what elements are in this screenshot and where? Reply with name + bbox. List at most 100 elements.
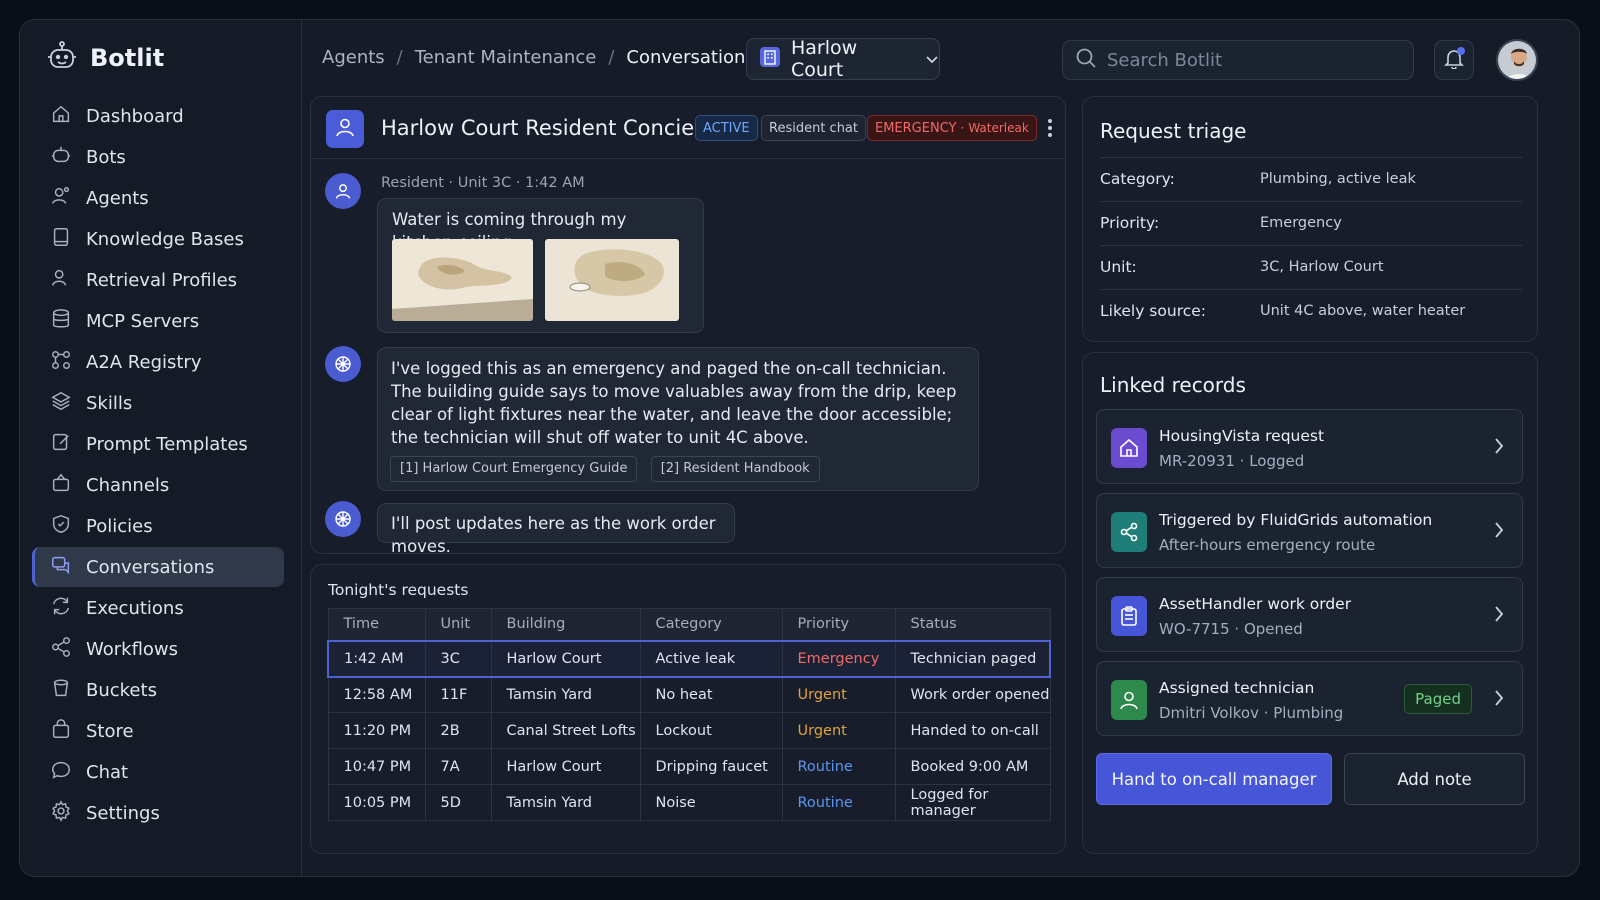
column-header-priority[interactable]: Priority bbox=[781, 608, 896, 641]
column-header-time[interactable]: Time bbox=[327, 608, 426, 641]
bot-logo-icon bbox=[46, 40, 78, 76]
triage-row-category: Category: Plumbing, active leak bbox=[1100, 157, 1522, 201]
triage-value: Unit 4C above, water heater bbox=[1260, 303, 1466, 319]
search-input[interactable] bbox=[1107, 49, 1397, 71]
sidebar-item-store[interactable]: Store bbox=[32, 711, 284, 751]
sidebar-item-agents[interactable]: Agents bbox=[32, 178, 284, 218]
triage-title: Request triage bbox=[1100, 119, 1247, 143]
sidebar-item-label: Prompt Templates bbox=[86, 433, 248, 455]
cell-category: Lockout bbox=[639, 712, 783, 749]
sidebar-item-retrieval-profiles[interactable]: Retrieval Profiles bbox=[32, 260, 284, 300]
more-options-icon[interactable] bbox=[1047, 117, 1053, 143]
cell-category: Noise bbox=[639, 784, 783, 821]
message-text: I'll post updates here as the work order… bbox=[391, 514, 716, 556]
brand[interactable]: Botlit bbox=[46, 40, 164, 76]
linked-record-assethandler[interactable]: AssetHandler work order WO-7715 · Opened bbox=[1096, 577, 1523, 652]
table-row[interactable]: 1:42 AM 3C Harlow Court Active leak Emer… bbox=[327, 639, 1051, 678]
sidebar-item-workflows[interactable]: Workflows bbox=[32, 629, 284, 669]
triage-label: Likely source: bbox=[1100, 302, 1207, 320]
triage-label: Unit: bbox=[1100, 258, 1137, 276]
citation-emergency-guide[interactable]: [1] Harlow Court Emergency Guide bbox=[390, 456, 638, 482]
sidebar-item-policies[interactable]: Policies bbox=[32, 506, 284, 546]
sidebar-item-mcp-servers[interactable]: MCP Servers bbox=[32, 301, 284, 341]
triage-row-unit: Unit: 3C, Harlow Court bbox=[1100, 245, 1522, 289]
home-icon bbox=[50, 103, 72, 130]
share-icon bbox=[50, 636, 72, 663]
citation-resident-handbook[interactable]: [2] Resident Handbook bbox=[650, 456, 820, 482]
concierge-avatar bbox=[326, 110, 364, 148]
linked-record-housingvista[interactable]: HousingVista request MR-20931 · Logged bbox=[1096, 409, 1523, 484]
cell-unit: 11F bbox=[424, 676, 492, 713]
sidebar-item-label: Chat bbox=[86, 761, 129, 783]
table-row[interactable]: 12:58 AM 11F Tamsin Yard No heat Urgent … bbox=[327, 676, 1051, 713]
requests-panel: Tonight's requests Time Unit Building Ca… bbox=[310, 564, 1066, 854]
table-header-row: Time Unit Building Category Priority Sta… bbox=[327, 608, 1051, 641]
sidebar-item-dashboard[interactable]: Dashboard bbox=[32, 96, 284, 136]
sidebar-item-label: Retrieval Profiles bbox=[86, 269, 238, 291]
linked-record-technician[interactable]: Assigned technician Dmitri Volkov · Plum… bbox=[1096, 661, 1523, 736]
cell-unit: 3C bbox=[424, 639, 492, 678]
requests-table: Time Unit Building Category Priority Sta… bbox=[327, 608, 1051, 821]
cell-unit: 5D bbox=[424, 784, 492, 821]
ceiling-photo-2[interactable] bbox=[545, 239, 679, 321]
cell-building: Harlow Court bbox=[490, 639, 641, 678]
cell-category: Active leak bbox=[639, 639, 783, 678]
layers-icon bbox=[50, 390, 72, 417]
sidebar-item-label: Store bbox=[86, 720, 134, 742]
chevron-right-icon bbox=[1494, 521, 1504, 543]
bot-message-avatar bbox=[325, 346, 361, 382]
paged-status-badge: Paged bbox=[1404, 684, 1472, 714]
building-select[interactable]: Harlow Court bbox=[746, 37, 940, 81]
breadcrumb-tenant-maintenance[interactable]: Tenant Maintenance bbox=[415, 47, 597, 68]
cell-status: Technician paged bbox=[894, 639, 1051, 678]
column-header-status[interactable]: Status bbox=[894, 608, 1051, 641]
record-subtitle: Dmitri Volkov · Plumbing bbox=[1159, 704, 1344, 722]
sidebar-item-label: Executions bbox=[86, 597, 184, 619]
sidebar-item-skills[interactable]: Skills bbox=[32, 383, 284, 423]
record-title: HousingVista request bbox=[1159, 427, 1325, 445]
app-window: Botlit Dashboard Bots Agents Knowledge B… bbox=[19, 19, 1580, 877]
sidebar-nav: Dashboard Bots Agents Knowledge Bases Re… bbox=[32, 96, 284, 834]
breadcrumb-agents[interactable]: Agents bbox=[322, 47, 385, 68]
sidebar-item-buckets[interactable]: Buckets bbox=[32, 670, 284, 710]
add-note-button[interactable]: Add note bbox=[1344, 753, 1525, 805]
table-row[interactable]: 11:20 PM 2B Canal Street Lofts Lockout U… bbox=[327, 712, 1051, 749]
breadcrumb-separator: / bbox=[396, 47, 403, 68]
breadcrumb-separator: / bbox=[608, 47, 615, 68]
sidebar-item-bots[interactable]: Bots bbox=[32, 137, 284, 177]
cell-priority: Routine bbox=[781, 784, 896, 821]
channels-icon bbox=[50, 472, 72, 499]
cell-time: 11:20 PM bbox=[327, 712, 426, 749]
conversation-title: Harlow Court Resident Concierge bbox=[381, 116, 729, 140]
linked-records-title: Linked records bbox=[1100, 373, 1246, 397]
sidebar-item-prompt-templates[interactable]: Prompt Templates bbox=[32, 424, 284, 464]
table-row[interactable]: 10:05 PM 5D Tamsin Yard Noise Routine Lo… bbox=[327, 784, 1051, 821]
sidebar-item-executions[interactable]: Executions bbox=[32, 588, 284, 628]
sidebar-item-settings[interactable]: Settings bbox=[32, 793, 284, 833]
table-row[interactable]: 10:47 PM 7A Harlow Court Dripping faucet… bbox=[327, 748, 1051, 785]
sidebar-item-label: Knowledge Bases bbox=[86, 228, 244, 250]
requests-title: Tonight's requests bbox=[328, 581, 469, 599]
cell-building: Tamsin Yard bbox=[490, 784, 641, 821]
ceiling-photo-1[interactable] bbox=[392, 239, 533, 321]
sidebar-item-chat[interactable]: Chat bbox=[32, 752, 284, 792]
column-header-unit[interactable]: Unit bbox=[424, 608, 492, 641]
gear-icon bbox=[50, 799, 72, 827]
sidebar-item-label: Bots bbox=[86, 146, 126, 168]
column-header-building[interactable]: Building bbox=[490, 608, 641, 641]
triage-row-likely-source: Likely source: Unit 4C above, water heat… bbox=[1100, 289, 1522, 333]
sidebar-item-conversations[interactable]: Conversations bbox=[32, 547, 284, 587]
breadcrumb-conversations: Conversations bbox=[626, 47, 755, 68]
sidebar-item-channels[interactable]: Channels bbox=[32, 465, 284, 505]
sidebar-item-knowledge-bases[interactable]: Knowledge Bases bbox=[32, 219, 284, 259]
linked-record-fluidgrids[interactable]: Triggered by FluidGrids automation After… bbox=[1096, 493, 1523, 568]
cell-time: 10:47 PM bbox=[327, 748, 426, 785]
column-header-category[interactable]: Category bbox=[639, 608, 783, 641]
emergency-badge-label: EMERGENCY bbox=[875, 120, 957, 136]
notifications-button[interactable] bbox=[1434, 40, 1474, 80]
user-avatar[interactable] bbox=[1496, 39, 1538, 81]
hand-to-on-call-manager-button[interactable]: Hand to on-call manager bbox=[1096, 753, 1332, 805]
cell-priority: Urgent bbox=[781, 712, 896, 749]
sidebar-item-a2a-registry[interactable]: A2A Registry bbox=[32, 342, 284, 382]
search-bar[interactable] bbox=[1062, 40, 1414, 80]
